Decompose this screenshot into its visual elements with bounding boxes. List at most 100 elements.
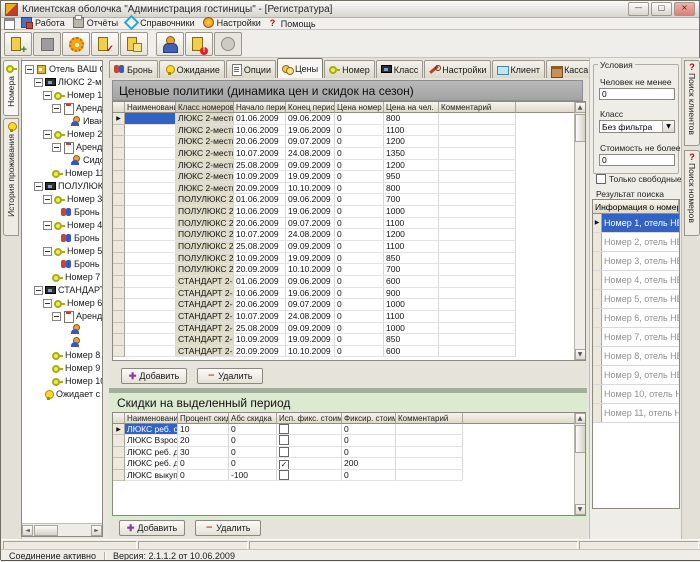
only-free-checkbox[interactable] bbox=[596, 174, 606, 184]
pricing-row[interactable]: ПОЛУЛЮКС 2-местн20.09.200910.10.20090700 bbox=[113, 264, 585, 276]
tab-client[interactable]: Клиент bbox=[492, 60, 545, 78]
discounts-grid-scrollbar[interactable]: ▲ ▼ bbox=[574, 413, 585, 515]
scroll-right-icon[interactable]: ► bbox=[91, 525, 102, 536]
result-row[interactable]: Номер 9, отель НЕ ОГ bbox=[593, 366, 679, 385]
tree-item[interactable]: Номер 1 bbox=[22, 89, 102, 102]
clock-button[interactable] bbox=[214, 32, 242, 56]
pricing-row[interactable]: СТАНДАРТ 2-местн.10.07.200924.08.2009011… bbox=[113, 311, 585, 323]
pricing-row[interactable]: ПОЛУЛЮКС 2-местн25.08.200909.09.20090110… bbox=[113, 241, 585, 253]
column-header[interactable]: Наименование bbox=[125, 413, 178, 424]
discount-row[interactable]: ▶ЛЮКС реб. осн.1000 bbox=[113, 424, 585, 435]
tree-item[interactable] bbox=[22, 336, 102, 349]
use-fixed-checkbox[interactable] bbox=[279, 470, 289, 480]
pricing-row[interactable]: ПОЛУЛЮКС 2-местн10.07.200924.08.20090120… bbox=[113, 229, 585, 241]
tree-item[interactable]: Номер 4 bbox=[22, 219, 102, 232]
tree-item[interactable]: СТАНДАРТ 2-мес bbox=[22, 284, 102, 297]
result-row[interactable]: Номер 6, отель НЕ ОГ bbox=[593, 309, 679, 328]
scroll-down-icon[interactable]: ▼ bbox=[575, 504, 586, 515]
menu-reports[interactable]: Отчёты bbox=[71, 17, 124, 29]
mdi-child-icon[interactable] bbox=[4, 18, 15, 30]
collapse-icon[interactable] bbox=[52, 312, 61, 321]
pricing-row[interactable]: ПОЛУЛЮКС 2-местн20.06.200909.07.20090110… bbox=[113, 218, 585, 230]
column-header[interactable]: Наименование bbox=[125, 102, 176, 113]
result-row[interactable]: ▶Номер 1, отель НЕ ОГ bbox=[593, 214, 679, 233]
scroll-up-icon[interactable]: ▲ bbox=[575, 413, 586, 424]
cards-button[interactable] bbox=[120, 32, 148, 56]
tree-item[interactable]: Аренда: 27 bbox=[22, 141, 102, 154]
tree-horizontal-scrollbar[interactable]: ◄ ► bbox=[22, 523, 102, 536]
client-button[interactable] bbox=[156, 32, 184, 56]
column-header[interactable]: Комментарий bbox=[396, 413, 463, 424]
tab-room[interactable]: Номер bbox=[324, 60, 375, 78]
tab-settings[interactable]: Настройки bbox=[424, 60, 491, 78]
right-tab-room-search[interactable]: ?Поиск номеров bbox=[684, 150, 700, 236]
tab-cash[interactable]: Касса bbox=[546, 60, 593, 78]
gear-button[interactable] bbox=[62, 32, 90, 56]
tree-item[interactable]: Номер 2 bbox=[22, 128, 102, 141]
left-tab-stay-history[interactable]: История проживания bbox=[3, 118, 19, 236]
result-row[interactable]: Номер 3, отель НЕ ОГ bbox=[593, 252, 679, 271]
menu-references[interactable]: Справочники bbox=[124, 17, 201, 29]
discount-row[interactable]: ЛЮКС реб. доп.3000 bbox=[113, 447, 585, 458]
pricing-row[interactable]: СТАНДАРТ 2-местн.10.09.200919.09.2009085… bbox=[113, 334, 585, 346]
use-fixed-checkbox[interactable] bbox=[279, 447, 289, 457]
pricing-row[interactable]: СТАНДАРТ 2-местн.25.08.200909.09.2009010… bbox=[113, 323, 585, 335]
scroll-down-icon[interactable]: ▼ bbox=[575, 349, 586, 360]
pricing-row[interactable]: ЛЮКС 2-местн. 2-ко20.06.200909.07.200901… bbox=[113, 136, 585, 148]
column-header[interactable]: Процент скидки bbox=[178, 413, 229, 424]
menu-help[interactable]: Помощь bbox=[267, 18, 322, 30]
alert-button[interactable] bbox=[185, 32, 213, 56]
collapse-icon[interactable] bbox=[43, 221, 52, 230]
collapse-icon[interactable] bbox=[43, 299, 52, 308]
check-card-button[interactable] bbox=[91, 32, 119, 56]
collapse-icon[interactable] bbox=[52, 104, 61, 113]
pricing-row[interactable]: СТАНДАРТ 2-местн.10.06.200919.06.2009090… bbox=[113, 288, 585, 300]
right-tab-client-search[interactable]: ?Поиск клиентов bbox=[684, 60, 700, 146]
tree-item[interactable]: Бронь на н bbox=[22, 232, 102, 245]
discount-row[interactable]: ЛЮКС выкуп бло0-1000 bbox=[113, 470, 585, 481]
pricing-row[interactable]: СТАНДАРТ 2-местн.01.06.200909.06.2009060… bbox=[113, 276, 585, 288]
result-row[interactable]: Номер 5, отель НЕ ОГ bbox=[593, 290, 679, 309]
pricing-row[interactable]: ЛЮКС 2-местн. 2-ко10.06.200919.06.200901… bbox=[113, 125, 585, 137]
tree-item[interactable]: Номер 9 bbox=[22, 362, 102, 375]
column-header[interactable]: Цена номер bbox=[335, 102, 384, 113]
collapse-icon[interactable] bbox=[25, 65, 34, 74]
pricing-row[interactable]: ▶ЛЮКС 2-местн. 2-ко01.06.200909.06.20090… bbox=[113, 113, 585, 125]
collapse-icon[interactable] bbox=[43, 195, 52, 204]
column-header[interactable]: Исп. фикс. стоимость bbox=[277, 413, 342, 424]
tree-item[interactable]: Ожидает с 25.03 bbox=[22, 388, 102, 401]
collapse-icon[interactable] bbox=[34, 78, 43, 87]
result-row[interactable]: Номер 8, отель НЕ ОГ bbox=[593, 347, 679, 366]
result-row[interactable]: Номер 2, отель НЕ ОГ bbox=[593, 233, 679, 252]
tree-item[interactable]: Бронь на н bbox=[22, 258, 102, 271]
menu-work[interactable]: Работа bbox=[19, 17, 71, 29]
tree-item[interactable]: Сидоро bbox=[22, 154, 102, 167]
collapse-icon[interactable] bbox=[34, 286, 43, 295]
maximize-button[interactable]: ▢ bbox=[651, 2, 672, 16]
result-row[interactable]: Номер 11, отель НЕ О bbox=[593, 404, 679, 423]
use-fixed-checkbox[interactable]: ✓ bbox=[279, 460, 289, 469]
cost-max-input[interactable] bbox=[599, 154, 675, 166]
minimize-button[interactable]: — bbox=[628, 2, 649, 16]
pricing-row[interactable]: ЛЮКС 2-местн. 2-ко20.09.200910.10.200908… bbox=[113, 183, 585, 195]
tree-item[interactable]: Бронь на н bbox=[22, 206, 102, 219]
tab-prices[interactable]: Цены bbox=[277, 58, 323, 78]
use-fixed-checkbox[interactable] bbox=[279, 424, 289, 434]
pricing-add-button[interactable]: ✚ Добавить bbox=[121, 368, 187, 384]
tree-item[interactable]: Номер 7 bbox=[22, 271, 102, 284]
tab-booking[interactable]: Бронь bbox=[109, 60, 158, 78]
tab-class[interactable]: Класс bbox=[376, 60, 424, 78]
close-button[interactable]: × bbox=[674, 2, 695, 16]
pricing-row[interactable]: СТАНДАРТ 2-местн.20.09.200910.10.2009060… bbox=[113, 346, 585, 358]
result-row[interactable]: Номер 7, отель НЕ ОГ bbox=[593, 328, 679, 347]
collapse-icon[interactable] bbox=[43, 247, 52, 256]
pricing-row[interactable]: ПОЛУЛЮКС 2-местн10.06.200919.06.20090100… bbox=[113, 206, 585, 218]
scroll-up-icon[interactable]: ▲ bbox=[575, 102, 586, 113]
left-tab-rooms[interactable]: Номера bbox=[3, 60, 19, 116]
result-row[interactable]: Номер 4, отель НЕ ОГ bbox=[593, 271, 679, 290]
pricing-row[interactable]: ЛЮКС 2-местн. 2-ко10.07.200924.08.200901… bbox=[113, 148, 585, 160]
discount-row[interactable]: ЛЮКС Взросл. д2000 bbox=[113, 435, 585, 446]
pricing-row[interactable]: ПОЛУЛЮКС 2-местн01.06.200909.06.20090700 bbox=[113, 194, 585, 206]
column-header[interactable]: Комментарий bbox=[439, 102, 516, 113]
pricing-remove-button[interactable]: − Удалить bbox=[197, 368, 263, 384]
